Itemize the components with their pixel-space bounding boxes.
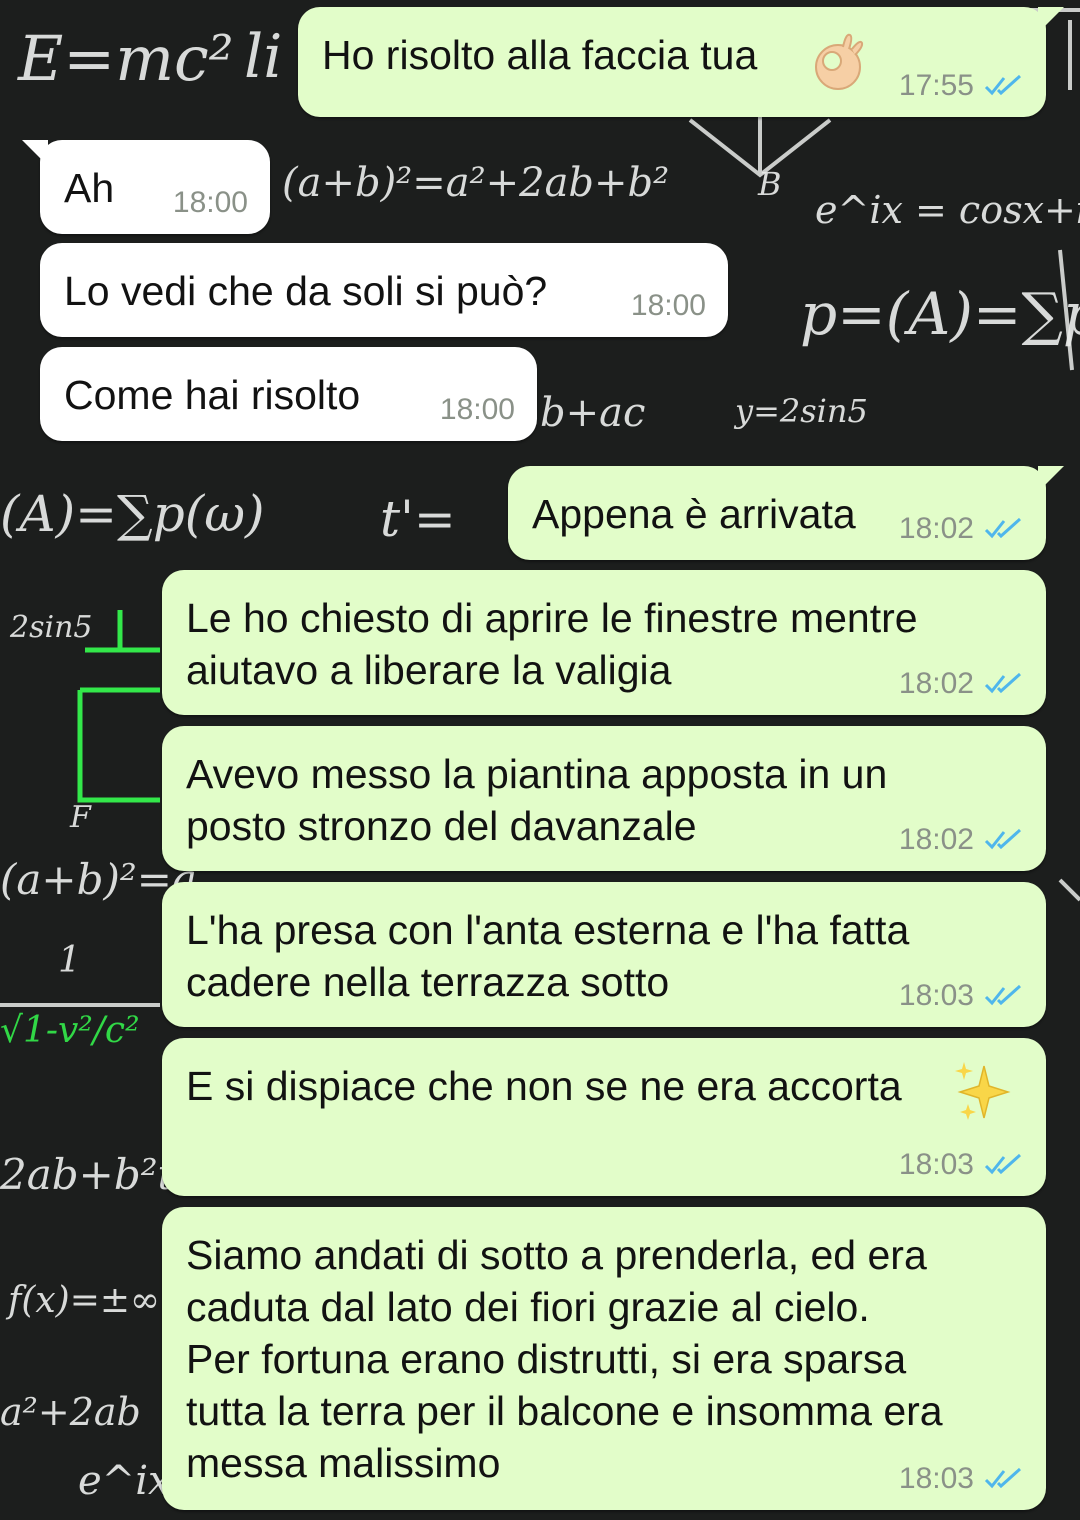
formula-text: b+ac: [540, 390, 646, 436]
formula-text: 2sin5: [10, 610, 93, 645]
ok-hand-emoji: [815, 33, 864, 90]
message-time: 18:03: [898, 1148, 974, 1181]
read-ticks-icon: [984, 672, 1022, 694]
message-text: Appena è arrivata: [532, 491, 856, 537]
message-bubble-outgoing[interactable]: E si dispiace che non se ne era accorta …: [162, 1038, 1046, 1196]
message-bubble-incoming[interactable]: Lo vedi che da soli si può? 18:00: [40, 243, 728, 337]
formula-text: p=(A)=∑p: [800, 280, 1080, 348]
message-text: L'ha presa con l'anta esterna e l'ha fat…: [186, 907, 910, 1005]
message-bubble-outgoing[interactable]: L'ha presa con l'anta esterna e l'ha fat…: [162, 882, 1046, 1027]
message-meta: 18:03: [899, 979, 1024, 1013]
message-bubble-outgoing[interactable]: Ho risolto alla faccia tua 17:55: [298, 7, 1064, 117]
message-bubble-incoming[interactable]: Come hai risolto 18:00: [40, 347, 537, 441]
formula-text: f(x)=±∞: [8, 1280, 161, 1321]
message-meta: 18:00: [173, 186, 248, 220]
message-text: E si dispiace che non se ne era accorta: [186, 1063, 902, 1109]
formula-text: t'=: [380, 490, 456, 548]
formula-text: F: [70, 800, 91, 835]
message-bubble-outgoing[interactable]: Avevo messo la piantina apposta in un po…: [162, 726, 1046, 871]
read-ticks-icon: [984, 1467, 1022, 1489]
formula-text: (A)=∑p(ω): [0, 485, 265, 543]
formula-text: 2ab+b²t: [0, 1150, 175, 1199]
read-ticks-icon: [984, 984, 1022, 1006]
message-meta: 18:00: [440, 393, 515, 427]
sparkles-emoji: [955, 1062, 1011, 1120]
read-ticks-icon: [984, 1153, 1022, 1175]
formula-text: √1-v²/c²: [0, 1010, 140, 1051]
message-text: Lo vedi che da soli si può?: [64, 268, 548, 314]
message-text: Come hai risolto: [64, 372, 361, 418]
message-time: 18:00: [439, 393, 515, 426]
message-time: 18:02: [898, 512, 974, 545]
message-meta: 18:03: [899, 1462, 1024, 1496]
message-text: Ho risolto alla faccia tua: [322, 32, 758, 78]
message-text: Avevo messo la piantina apposta in un po…: [186, 751, 888, 849]
message-meta: 17:55: [899, 69, 1024, 103]
formula-text: y=2sin5: [735, 392, 868, 430]
formula-text: B: [758, 165, 782, 203]
formula-text: e^ix = cosx+is: [815, 188, 1080, 232]
message-text: Ah: [64, 165, 115, 211]
formula-text: (a+b)²=a²+2ab+b²: [282, 160, 670, 206]
message-time: 18:00: [630, 289, 706, 322]
formula-text: a²+2ab: [0, 1390, 141, 1434]
message-meta: 18:00: [631, 289, 706, 323]
message-time: 18:02: [898, 667, 974, 700]
read-ticks-icon: [984, 517, 1022, 539]
message-time: 18:00: [172, 186, 248, 219]
message-meta: 18:02: [899, 823, 1024, 857]
message-text: Le ho chiesto di aprire le finestre ment…: [186, 595, 918, 693]
formula-text: 1: [58, 940, 81, 981]
read-ticks-icon: [984, 828, 1022, 850]
formula-text: li: [244, 22, 283, 92]
read-ticks-icon: [984, 74, 1022, 96]
message-meta: 18:02: [899, 667, 1024, 701]
message-bubble-outgoing[interactable]: Appena è arrivata 18:02: [508, 466, 1064, 560]
message-meta: 18:02: [899, 512, 1024, 546]
message-meta: 18:03: [899, 1148, 1024, 1182]
message-bubble-incoming[interactable]: Ah 18:00: [22, 140, 270, 234]
formula-text: E=mc²: [18, 22, 234, 95]
message-text: Siamo andati di sotto a prenderla, ed er…: [186, 1232, 943, 1486]
message-bubble-outgoing[interactable]: Le ho chiesto di aprire le finestre ment…: [162, 570, 1046, 715]
message-time: 18:02: [898, 823, 974, 856]
message-time: 18:03: [898, 979, 974, 1012]
message-time: 18:03: [898, 1462, 974, 1495]
message-bubble-outgoing[interactable]: Siamo andati di sotto a prenderla, ed er…: [162, 1207, 1046, 1510]
message-time: 17:55: [898, 69, 974, 102]
